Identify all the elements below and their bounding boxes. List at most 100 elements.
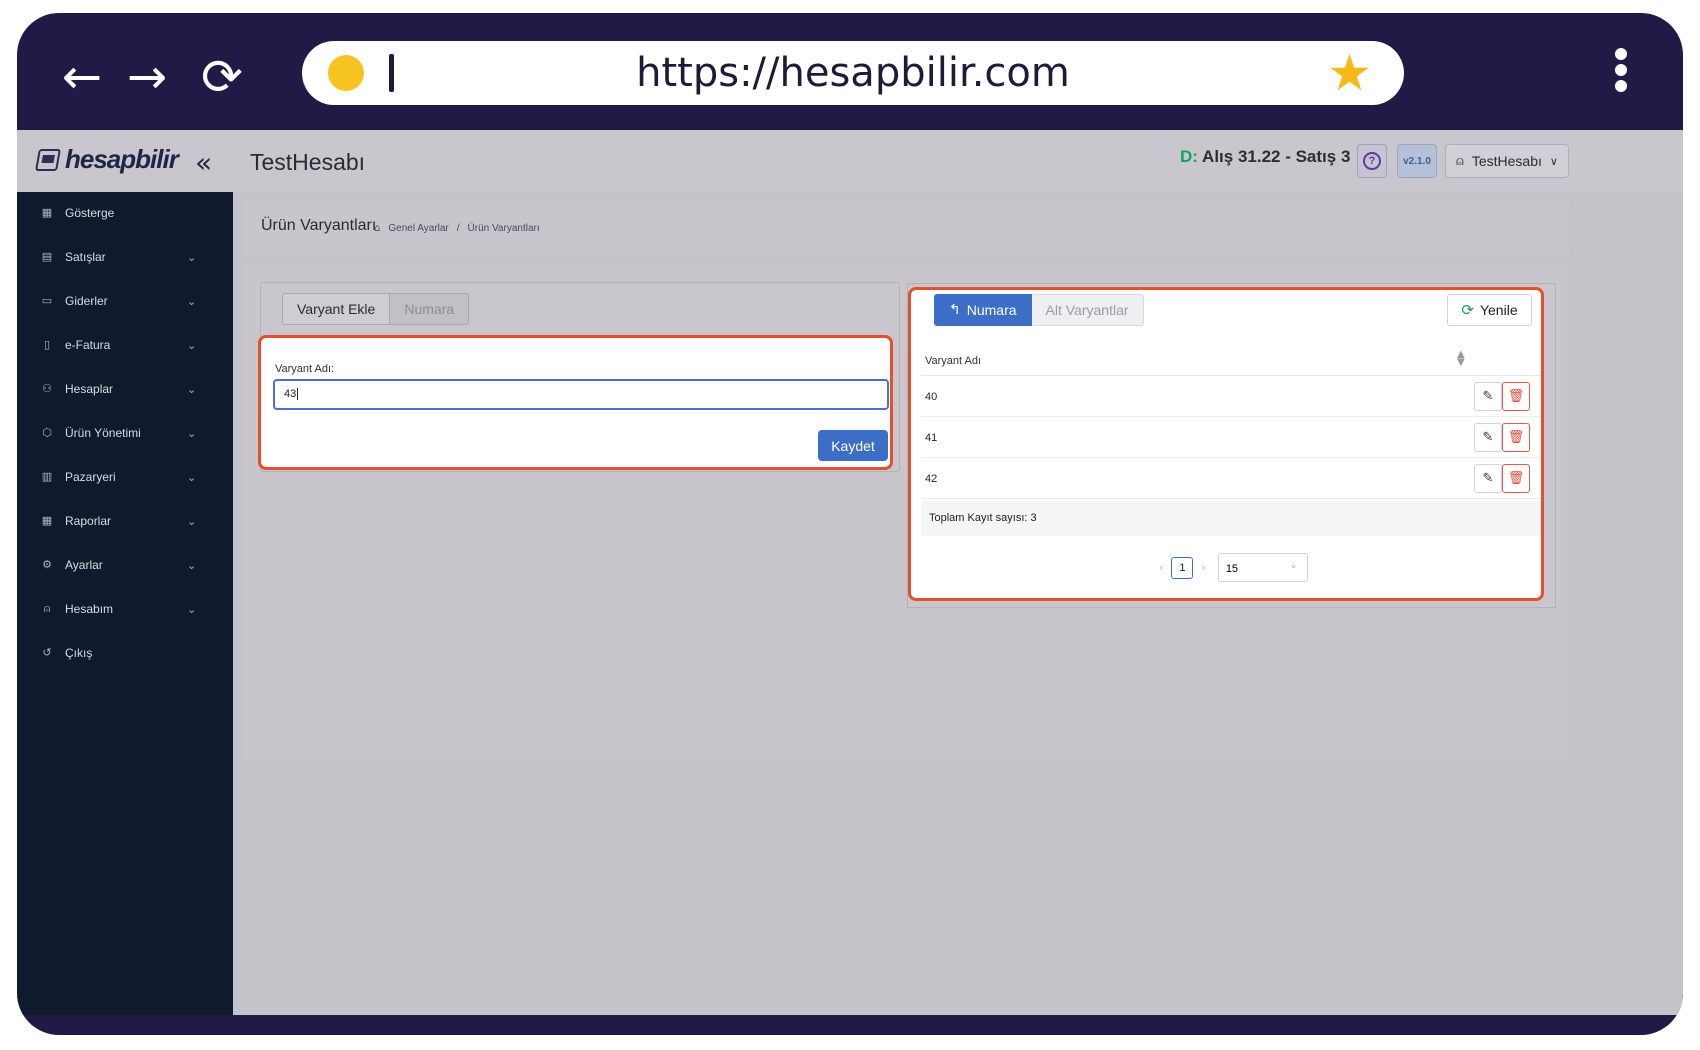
sidebar-item-label: Hesabım [65, 602, 114, 616]
table-row: 42 ✎ 🗑 [921, 458, 1541, 499]
sidebar-item-urun-yonetimi[interactable]: ⬡ Ürün Yönetimi ⌄ [17, 418, 233, 448]
chevron-right-icon[interactable]: › [1201, 561, 1205, 574]
variant-name-value: 43 [284, 388, 297, 400]
logo-text: hesapbilir [65, 144, 179, 174]
collapse-sidebar-icon[interactable]: « [195, 146, 212, 179]
variant-form: Varyant Adı: 43 Kaydet [258, 335, 893, 470]
url-text[interactable]: https://hesapbilir.com [302, 41, 1404, 105]
sidebar-item-raporlar[interactable]: ▦ Raporlar ⌄ [17, 506, 233, 536]
breadcrumb-current: Ürün Varyantları [467, 223, 540, 234]
trash-icon[interactable]: 🗑 [1502, 382, 1530, 411]
gear-icon: ⚙ [42, 558, 52, 571]
app-header: hesapbilir « TestHesabı D: Alış 31.22 - … [17, 130, 1683, 192]
total-count-text: Toplam Kayıt sayısı: 3 [929, 512, 1037, 524]
help-button[interactable]: ? [1357, 144, 1387, 178]
sidebar-item-label: Ayarlar [65, 558, 103, 572]
user-menu-button[interactable]: ⍝ TestHesabı ∨ [1445, 144, 1569, 178]
chevron-down-icon: ⌄ [187, 338, 197, 352]
sort-icon[interactable]: ▲ ▼ [1457, 350, 1465, 368]
logo[interactable]: hesapbilir [35, 144, 179, 175]
invoice-icon: ▯ [43, 338, 51, 351]
breadcrumb-trail: ⌂ Genel Ayarlar / Ürün Varyantları [374, 223, 540, 234]
variant-name-input[interactable]: 43 [273, 379, 889, 410]
sidebar-item-pazaryeri[interactable]: ▥ Pazaryeri ⌄ [17, 462, 233, 492]
logout-icon: ↺ [42, 646, 52, 659]
sidebar-item-label: Raporlar [65, 514, 112, 528]
chevron-down-icon: ⌄ [187, 514, 197, 528]
home-icon[interactable]: ⌂ [374, 223, 380, 234]
tab-numara-back[interactable]: ↰ Numara [934, 294, 1032, 326]
breadcrumb: Ürün Varyantları ⌂ Genel Ayarlar / Ürün … [244, 200, 1569, 256]
back-arrow-icon: ↰ [949, 302, 961, 318]
sidebar-item-hesabim[interactable]: ⍝ Hesabım ⌄ [17, 594, 233, 624]
chevron-down-icon: ⌄ [187, 294, 197, 308]
bookmark-star-icon[interactable]: ★ [1327, 47, 1372, 99]
page-size-select[interactable]: 15 ⌄ [1217, 553, 1308, 582]
receipt-icon: ▭ [41, 294, 53, 307]
variant-table: Varyant Adı ▲ ▼ 40 ✎ 🗑 41 ✎ 🗑 42 ✎ 🗑 [921, 345, 1541, 499]
browser-frame: ← → ⟳ https://hesapbilir.com ★ hesapbili… [17, 13, 1683, 1035]
sidebar-item-cikis[interactable]: ↺ Çıkış [17, 638, 233, 668]
cell-variant-name: 41 [925, 432, 938, 444]
chevron-down-icon: ⌄ [187, 558, 197, 572]
user-icon: ⍝ [1456, 153, 1464, 169]
sidebar-item-label: Hesaplar [65, 382, 114, 396]
app-window: hesapbilir « TestHesabı D: Alış 31.22 - … [17, 130, 1683, 1015]
company-title: TestHesabı [250, 149, 366, 175]
chevron-down-icon: ⌄ [187, 602, 197, 616]
chevron-down-icon: ⌄ [187, 470, 197, 484]
browser-chrome: ← → ⟳ https://hesapbilir.com ★ [17, 13, 1683, 130]
user-icon: ⍝ [43, 602, 51, 615]
page-number[interactable]: 1 [1171, 556, 1194, 579]
edit-icon[interactable]: ✎ [1474, 464, 1502, 493]
column-varyant-adi[interactable]: Varyant Adı [925, 355, 981, 367]
tab-numara-label: Numara [966, 302, 1017, 318]
save-button[interactable]: Kaydet [818, 430, 888, 461]
trash-icon[interactable]: 🗑 [1502, 464, 1530, 493]
chevron-down-icon: ⌄ [187, 426, 197, 440]
chevron-down-icon: ∨ [1549, 155, 1558, 168]
sidebar-item-efatura[interactable]: ▯ e-Fatura ⌄ [17, 330, 233, 360]
sidebar-item-label: e-Fatura [65, 338, 111, 352]
tab-numara[interactable]: Numara [390, 293, 470, 325]
sidebar-item-label: Satışlar [65, 250, 106, 264]
exchange-ticker: D: Alış 31.22 - Satış 31.: [1180, 147, 1350, 167]
cell-variant-name: 42 [925, 473, 938, 485]
breadcrumb-home[interactable]: Genel Ayarlar [388, 223, 448, 234]
edit-icon[interactable]: ✎ [1474, 382, 1502, 411]
sidebar-item-label: Ürün Yönetimi [65, 426, 141, 440]
accounts-icon: ⚇ [42, 382, 52, 395]
menu-kebab-icon[interactable] [1611, 48, 1631, 98]
logo-mark-icon [35, 148, 61, 171]
page-size-value: 15 [1225, 563, 1239, 575]
building-icon: ▤ [41, 250, 53, 263]
tab-varyant-ekle[interactable]: Varyant Ekle [282, 293, 391, 325]
store-icon: ▥ [41, 470, 53, 483]
reload-icon[interactable]: ⟳ [192, 47, 252, 107]
sidebar-item-hesaplar[interactable]: ⚇ Hesaplar ⌄ [17, 374, 233, 404]
sidebar-item-satislar[interactable]: ▤ Satışlar ⌄ [17, 242, 233, 272]
chevron-left-icon[interactable]: ‹ [1159, 561, 1163, 574]
right-tabs: ↰ Numara Alt Varyantlar [934, 294, 1144, 326]
forward-icon[interactable]: → [117, 47, 177, 107]
address-bar[interactable]: https://hesapbilir.com ★ [302, 41, 1404, 105]
sidebar-item-gosterge[interactable]: ▦ Gösterge [17, 198, 233, 228]
edit-icon[interactable]: ✎ [1474, 423, 1502, 452]
variant-list: ↰ Numara Alt Varyantlar ⟳ Yenile Varyant A… [908, 287, 1544, 601]
left-tabs: Varyant Ekle Numara [282, 293, 470, 325]
sidebar-item-label: Gösterge [65, 206, 115, 220]
breadcrumb-separator: / [456, 223, 460, 234]
user-name: TestHesabı [1471, 153, 1542, 169]
sidebar-item-ayarlar[interactable]: ⚙ Ayarlar ⌄ [17, 550, 233, 580]
tab-alt-varyantlar[interactable]: Alt Varyantlar [1031, 294, 1144, 326]
refresh-icon: ⟳ [1461, 301, 1474, 319]
ticker-text: Alış 31.22 - Satış 31.: [1202, 147, 1350, 166]
sidebar-item-giderler[interactable]: ▭ Giderler ⌄ [17, 286, 233, 316]
trash-icon[interactable]: 🗑 [1502, 423, 1530, 452]
report-icon: ▦ [41, 514, 53, 527]
table-row: 40 ✎ 🗑 [921, 376, 1541, 417]
refresh-button[interactable]: ⟳ Yenile [1447, 294, 1532, 326]
total-count: Toplam Kayıt sayısı: 3 [921, 501, 1541, 536]
back-icon[interactable]: ← [52, 47, 112, 107]
help-icon: ? [1363, 152, 1381, 170]
